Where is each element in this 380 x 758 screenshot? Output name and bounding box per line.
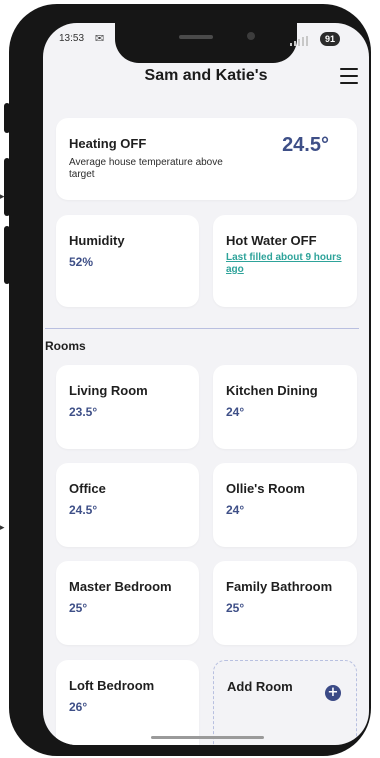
front-camera	[247, 32, 255, 40]
room-card-office[interactable]: Office 24.5°	[56, 463, 199, 547]
heating-status: Heating OFF	[69, 136, 147, 151]
room-name: Family Bathroom	[226, 579, 333, 594]
status-time: 13:53	[59, 33, 85, 44]
room-card-loft-bedroom[interactable]: Loft Bedroom 26°	[56, 660, 199, 745]
hot-water-status: Hot Water OFF	[226, 233, 317, 248]
room-name: Office	[69, 481, 106, 496]
plus-icon: +	[325, 685, 341, 701]
average-temperature: 24.5°	[282, 134, 329, 156]
add-room-label: Add Room	[227, 679, 293, 694]
humidity-value: 52%	[69, 255, 94, 269]
room-temperature: 25°	[69, 601, 88, 615]
room-card-kitchen-dining[interactable]: Kitchen Dining 24°	[213, 365, 357, 449]
room-temperature: 24°	[226, 405, 245, 419]
room-card-family-bathroom[interactable]: Family Bathroom 25°	[213, 561, 357, 645]
room-name: Ollie's Room	[226, 481, 305, 496]
heating-card[interactable]: Heating OFF Average house temperature ab…	[56, 118, 357, 200]
room-card-ollies-room[interactable]: Ollie's Room 24°	[213, 463, 357, 547]
hot-water-last-filled-link[interactable]: Last filled about 9 hours ago	[226, 252, 346, 276]
rooms-heading: Rooms	[45, 339, 86, 353]
battery-badge: 91	[320, 32, 341, 46]
home-indicator[interactable]	[151, 736, 264, 739]
room-card-master-bedroom[interactable]: Master Bedroom 25°	[56, 561, 199, 645]
hot-water-card[interactable]: Hot Water OFF Last filled about 9 hours …	[213, 215, 357, 307]
humidity-card[interactable]: Humidity 52%	[56, 215, 199, 307]
camera-notch	[115, 23, 297, 63]
room-temperature: 24.5°	[69, 503, 98, 517]
room-name: Living Room	[69, 383, 148, 398]
speaker-grille	[179, 35, 213, 39]
phone-frame: 13:53 ✉ 91 Sam and Katie's Heating OFF A…	[9, 4, 371, 756]
room-name: Kitchen Dining	[226, 383, 318, 398]
signal-icon	[290, 36, 310, 46]
add-room-button[interactable]: Add Room +	[213, 660, 357, 745]
app-screen: 13:53 ✉ 91 Sam and Katie's Heating OFF A…	[43, 23, 369, 745]
mail-icon: ✉	[95, 32, 105, 45]
room-temperature: 25°	[226, 601, 245, 615]
hamburger-menu-icon[interactable]	[340, 68, 358, 84]
room-temperature: 26°	[69, 700, 88, 714]
marker-arrow-icon: ▸	[0, 192, 5, 202]
section-divider	[45, 328, 359, 329]
room-card-living-room[interactable]: Living Room 23.5°	[56, 365, 199, 449]
room-temperature: 24°	[226, 503, 245, 517]
humidity-title: Humidity	[69, 233, 125, 248]
page-title: Sam and Katie's	[144, 67, 268, 84]
room-name: Master Bedroom	[69, 579, 172, 594]
heating-subtitle: Average house temperature above target	[69, 157, 223, 180]
room-name: Loft Bedroom	[69, 678, 155, 693]
room-temperature: 23.5°	[69, 405, 98, 419]
marker-arrow-icon: ▸	[0, 523, 5, 533]
